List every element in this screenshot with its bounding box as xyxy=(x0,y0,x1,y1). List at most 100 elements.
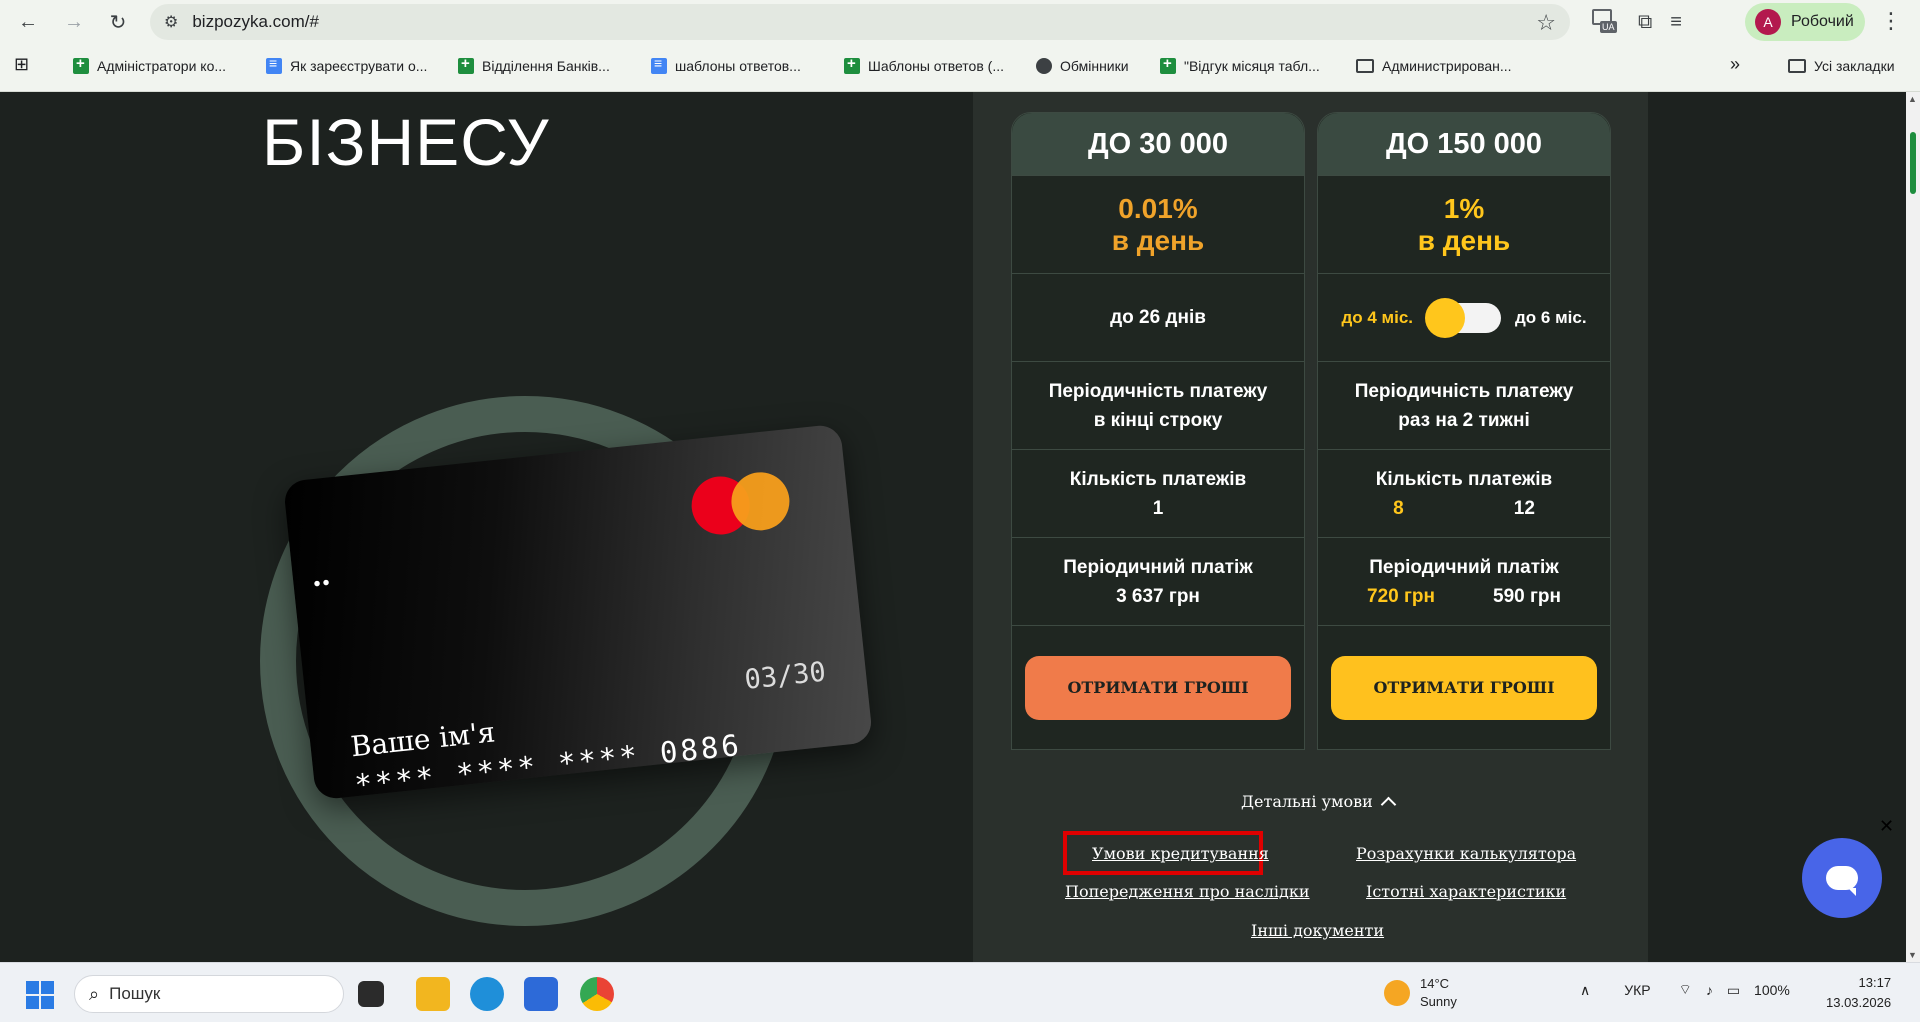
chevron-up-icon xyxy=(1380,796,1397,813)
bookmark-item[interactable]: "Відгук місяця табл... xyxy=(1160,55,1320,74)
link-consequences-warning[interactable]: Попередження про наслідки xyxy=(1065,882,1310,901)
all-bookmarks[interactable]: Усі закладки xyxy=(1788,58,1895,74)
offer-periodicity: Періодичність платежу раз на 2 тижні xyxy=(1318,361,1610,449)
taskbar-clock[interactable]: 13:17 13.03.2026 xyxy=(1826,973,1891,1013)
address-bar[interactable]: ⚙ bizpozyka.com/# ☆ xyxy=(150,4,1570,40)
chat-widget-button[interactable] xyxy=(1802,838,1882,918)
bookmarks-bar: ⊞ Адміністратори ко... Як зареєструвати … xyxy=(0,44,1920,92)
link-calculator[interactable]: Розрахунки калькулятора xyxy=(1356,844,1576,863)
media-queue-icon[interactable]: ≡ xyxy=(1670,11,1682,34)
offer-periodic-payment: Періодичний платіж 3 637 грн xyxy=(1012,537,1304,625)
sheets-icon xyxy=(844,55,860,74)
reload-icon[interactable]: ↻ xyxy=(100,4,136,40)
browser-toolbar: ← → ↻ ⚙ bizpozyka.com/# ☆ UA ⧉ ≡ A Робоч… xyxy=(0,0,1920,44)
offer-term: до 26 днів xyxy=(1012,273,1304,361)
scroll-down-icon[interactable]: ▼ xyxy=(1908,950,1917,960)
docs-icon xyxy=(651,55,667,74)
chat-close-icon[interactable]: ✕ xyxy=(1879,816,1894,837)
battery-icon[interactable]: ▭ xyxy=(1727,982,1740,999)
weather-temp: 14°C xyxy=(1420,976,1450,991)
bookmark-item[interactable]: Обмінники xyxy=(1036,58,1129,74)
mastercard-logo-icon xyxy=(688,469,795,539)
folder-icon xyxy=(1788,59,1806,73)
file-explorer-icon[interactable] xyxy=(416,977,450,1011)
bookmark-item[interactable]: Як зареєструвати о... xyxy=(266,55,427,74)
extensions-area: UA ⧉ ≡ xyxy=(1590,0,1682,44)
clock-time: 13:17 xyxy=(1858,975,1892,990)
offer-periodicity: Періодичність платежу в кінці строку xyxy=(1012,361,1304,449)
card-chip-dots: •• xyxy=(312,571,333,596)
sun-icon xyxy=(1384,980,1410,1006)
credit-card-image: •• 03/30 Ваше ім'я **** **** **** 0886 xyxy=(282,423,874,802)
scroll-up-icon[interactable]: ▲ xyxy=(1908,94,1917,104)
detailed-terms-label: Детальні умови xyxy=(1241,792,1373,811)
bookmark-folder[interactable]: Администрирован... xyxy=(1356,58,1512,74)
tray-chevron-up-icon[interactable]: ∧ xyxy=(1580,982,1590,999)
extensions-puzzle-icon[interactable]: ⧉ xyxy=(1638,11,1652,34)
offer-periodic-payment: Періодичний платіж 720 грн 590 грн xyxy=(1318,537,1610,625)
battery-percent: 100% xyxy=(1754,982,1790,998)
term-option-4[interactable]: до 4 міс. xyxy=(1341,303,1413,332)
folder-icon xyxy=(1356,59,1374,73)
windows-taskbar: ⌕ Пошук 14°C Sunny ∧ УКР ⌔ ♪ ▭ 100% 13:17… xyxy=(0,962,1920,1022)
link-essential-characteristics[interactable]: Істотні характеристики xyxy=(1366,882,1566,901)
apps-grid-icon[interactable]: ⊞ xyxy=(14,54,29,75)
link-credit-terms[interactable]: Умови кредитування xyxy=(1092,844,1269,863)
clock-date: 13.03.2026 xyxy=(1826,995,1892,1010)
offer-rate: 1% в день xyxy=(1318,175,1610,273)
term-toggle-switch[interactable] xyxy=(1425,297,1501,338)
avatar: A xyxy=(1755,9,1781,35)
search-icon: ⌕ xyxy=(89,983,100,1004)
offer-cta-row: ОТРИМАТИ ГРОШІ xyxy=(1318,625,1610,749)
offer-amount: ДО 150 000 xyxy=(1318,113,1610,175)
sheets-icon xyxy=(73,55,89,74)
offer-amount: ДО 30 000 xyxy=(1012,113,1304,175)
link-other-documents[interactable]: Інші документи xyxy=(1251,921,1384,940)
windows-start-icon[interactable] xyxy=(26,981,54,1009)
bookmark-item[interactable]: Шаблоны ответов (... xyxy=(844,55,1004,74)
weather-widget[interactable]: 14°C Sunny xyxy=(1384,975,1457,1011)
edge-browser-icon[interactable] xyxy=(470,977,504,1011)
get-money-button[interactable]: ОТРИМАТИ ГРОШІ xyxy=(1025,655,1291,720)
card-expiry: 03/30 xyxy=(743,656,828,696)
forward-icon[interactable]: → xyxy=(56,4,92,40)
profile-chip[interactable]: A Робочий xyxy=(1745,3,1865,41)
input-language[interactable]: УКР xyxy=(1624,982,1650,998)
search-placeholder: Пошук xyxy=(109,984,161,1003)
globe-icon xyxy=(1036,58,1052,74)
web-page: БІЗНЕСУ •• 03/30 Ваше ім'я **** **** ***… xyxy=(0,92,1920,962)
scrollbar-thumb[interactable] xyxy=(1910,132,1916,194)
back-icon[interactable]: ← xyxy=(10,4,46,40)
bookmark-item[interactable]: шаблоны ответов... xyxy=(651,55,801,74)
volume-icon[interactable]: ♪ xyxy=(1706,982,1713,998)
bookmark-star-icon[interactable]: ☆ xyxy=(1536,10,1556,36)
taskbar-search[interactable]: ⌕ Пошук xyxy=(74,975,344,1013)
profile-name: Робочий xyxy=(1791,13,1854,30)
weather-condition: Sunny xyxy=(1420,994,1457,1009)
task-view-icon[interactable] xyxy=(358,981,384,1007)
sheets-icon xyxy=(458,55,474,74)
docs-icon xyxy=(266,55,282,74)
bookmark-item[interactable]: Відділення Банків... xyxy=(458,55,610,74)
bookmarks-overflow-icon[interactable]: » xyxy=(1730,54,1740,75)
browser-menu-icon[interactable]: ⋮ xyxy=(1880,8,1902,34)
offer-term-toggle-row: до 4 міс. до 6 міс. xyxy=(1318,273,1610,361)
toggle-knob xyxy=(1425,297,1465,338)
page-scrollbar[interactable]: ▲ ▼ xyxy=(1906,92,1920,962)
bookmark-item[interactable]: Адміністратори ко... xyxy=(73,55,226,74)
chat-bubble-icon xyxy=(1826,866,1858,896)
detailed-terms-toggle[interactable]: Детальні умови xyxy=(1241,792,1397,813)
offer-cta-row: ОТРИМАТИ ГРОШІ xyxy=(1012,625,1304,749)
url-text[interactable]: bizpozyka.com/# xyxy=(192,12,319,32)
store-icon[interactable] xyxy=(524,977,558,1011)
offer-payment-count: Кількість платежів 1 xyxy=(1012,449,1304,537)
sheets-icon xyxy=(1160,55,1176,74)
ua-extension-badge: UA xyxy=(1600,21,1617,33)
site-settings-icon[interactable]: ⚙ xyxy=(164,12,178,32)
wifi-icon[interactable]: ⌔ xyxy=(1679,981,1692,999)
term-option-6[interactable]: до 6 міс. xyxy=(1515,303,1587,332)
offer-rate: 0.01% в день xyxy=(1012,175,1304,273)
ua-extension-icon[interactable]: UA xyxy=(1590,7,1620,37)
chrome-icon[interactable] xyxy=(580,977,614,1011)
get-money-button[interactable]: ОТРИМАТИ ГРОШІ xyxy=(1331,655,1597,720)
